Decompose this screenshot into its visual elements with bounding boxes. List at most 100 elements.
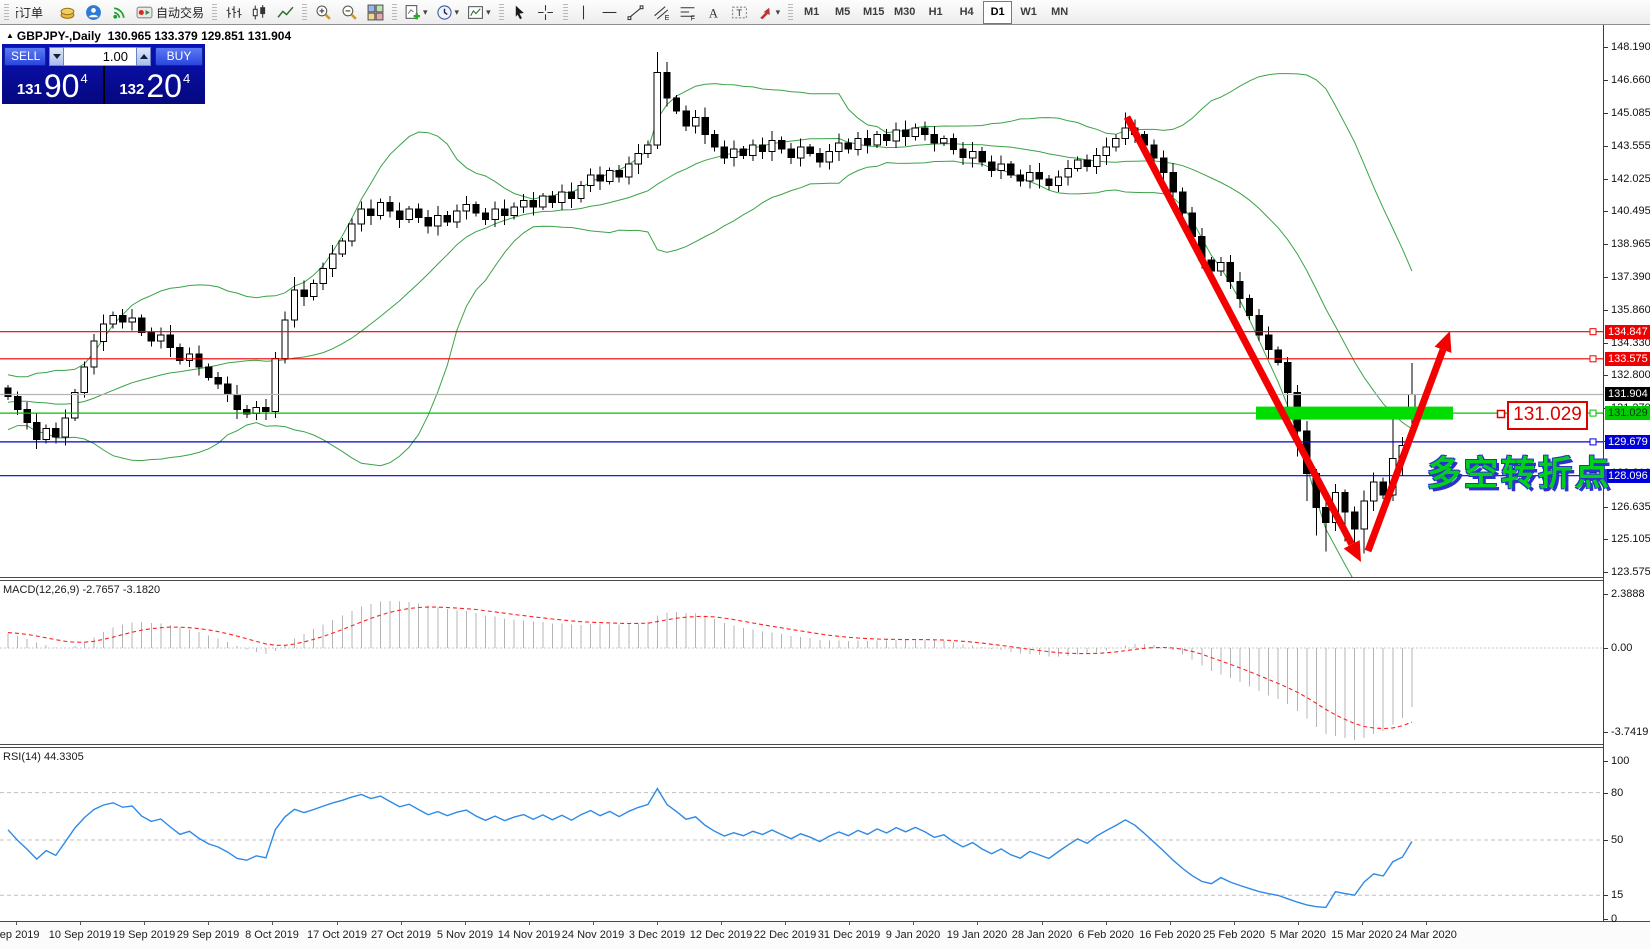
price-tick: 142.025 bbox=[1611, 173, 1650, 185]
price-tick: 137.390 bbox=[1611, 271, 1650, 283]
toolbar-grip[interactable] bbox=[499, 4, 504, 21]
toolbar-grip[interactable] bbox=[563, 4, 568, 21]
main-chart-pane[interactable] bbox=[0, 25, 1603, 577]
macd-pane[interactable] bbox=[0, 581, 1603, 744]
line-handle-icon[interactable] bbox=[1590, 356, 1596, 362]
macd-tick: 0.00 bbox=[1611, 642, 1632, 654]
price-callout-box[interactable]: 131.029 bbox=[1507, 401, 1588, 430]
trendline-button[interactable] bbox=[624, 1, 648, 23]
periods-button[interactable]: ▾ bbox=[433, 1, 463, 23]
macd-tick: -3.7419 bbox=[1611, 726, 1648, 738]
date-label: 14 Nov 2019 bbox=[498, 929, 560, 941]
candles bbox=[5, 52, 1415, 554]
equidistant-channel-button[interactable]: E bbox=[650, 1, 674, 23]
buy-button[interactable]: BUY bbox=[155, 47, 203, 66]
tile-windows-button[interactable] bbox=[363, 1, 387, 23]
new-order-button[interactable]: 新订单 bbox=[13, 1, 53, 23]
indicators-button[interactable]: ▾ bbox=[401, 1, 431, 23]
bar-chart-button[interactable] bbox=[221, 1, 245, 23]
bollinger-band-lower bbox=[8, 161, 1412, 577]
price-tag: 134.847 bbox=[1605, 325, 1650, 339]
date-label: 31 Dec 2019 bbox=[818, 929, 880, 941]
timeframe-h1-button[interactable]: H1 bbox=[921, 1, 950, 24]
rsi-pane[interactable] bbox=[0, 748, 1603, 921]
date-axis[interactable]: Sep 201910 Sep 201919 Sep 201929 Sep 201… bbox=[0, 921, 1650, 949]
toolbar-grip[interactable] bbox=[4, 4, 9, 21]
toolbar-grip[interactable] bbox=[302, 4, 307, 21]
cursor-button[interactable] bbox=[508, 1, 532, 23]
price-tick: 125.105 bbox=[1611, 533, 1650, 545]
svg-text:F: F bbox=[691, 15, 695, 21]
svg-text:A: A bbox=[709, 6, 719, 20]
symbol-marker-icon: ▲ bbox=[6, 31, 14, 40]
date-label: 5 Nov 2019 bbox=[437, 929, 493, 941]
price-tick: 145.085 bbox=[1611, 107, 1650, 119]
price-tick: 143.555 bbox=[1611, 140, 1650, 152]
zoom-out-button[interactable] bbox=[337, 1, 361, 23]
mt4-window: 新订单自动交易▾▾▾EFAT▾M1M5M15M30H1H4D1W1MN 148.… bbox=[0, 0, 1650, 949]
crosshair-button[interactable] bbox=[534, 1, 558, 23]
rsi-tick: 80 bbox=[1611, 787, 1623, 799]
community-icon-button[interactable] bbox=[81, 1, 105, 23]
date-label: 29 Sep 2019 bbox=[177, 929, 239, 941]
timeframe-mn-button[interactable]: MN bbox=[1045, 1, 1074, 24]
fibonacci-button[interactable]: F bbox=[676, 1, 700, 23]
date-label: 12 Dec 2019 bbox=[690, 929, 752, 941]
toolbar-grip[interactable] bbox=[392, 4, 397, 21]
timeframe-m15-button[interactable]: M15 bbox=[859, 1, 888, 24]
price-tick: 148.190 bbox=[1611, 41, 1650, 53]
up-arrow-icon bbox=[140, 54, 148, 59]
rsi-tick: 0 bbox=[1611, 913, 1617, 925]
price-tag: 131.904 bbox=[1605, 387, 1650, 401]
timeframe-m30-button[interactable]: M30 bbox=[890, 1, 919, 24]
buy-price: 132204 bbox=[105, 66, 206, 104]
toolbar-grip[interactable] bbox=[212, 4, 217, 21]
date-label: 10 Sep 2019 bbox=[49, 929, 111, 941]
rsi-line bbox=[8, 789, 1412, 908]
price-tick: 140.495 bbox=[1611, 205, 1650, 217]
line-chart-button[interactable] bbox=[273, 1, 297, 23]
text-label-button[interactable]: T bbox=[728, 1, 752, 23]
autotrading-button[interactable]: 自动交易 bbox=[133, 1, 207, 23]
text-button[interactable]: A bbox=[702, 1, 726, 23]
arrows-button[interactable]: ▾ bbox=[754, 1, 784, 23]
timeframe-h4-button[interactable]: H4 bbox=[952, 1, 981, 24]
line-handle-icon[interactable] bbox=[1590, 329, 1596, 335]
zoom-in-button[interactable] bbox=[311, 1, 335, 23]
date-label: 16 Feb 2020 bbox=[1139, 929, 1201, 941]
label-anchor-icon[interactable] bbox=[1498, 411, 1505, 418]
date-label: 27 Oct 2019 bbox=[371, 929, 431, 941]
chevron-down-icon: ▾ bbox=[423, 7, 428, 18]
chevron-down-icon: ▾ bbox=[776, 7, 781, 18]
rsi-label: RSI(14) 44.3305 bbox=[3, 751, 84, 763]
timeframe-m1-button[interactable]: M1 bbox=[797, 1, 826, 24]
price-tag: 131.029 bbox=[1605, 406, 1650, 420]
turning-point-label[interactable]: 多空转折点 bbox=[1427, 446, 1612, 495]
deposit-icon-button[interactable] bbox=[55, 1, 79, 23]
sell-button[interactable]: SELL bbox=[4, 47, 46, 66]
timeframe-m5-button[interactable]: M5 bbox=[828, 1, 857, 24]
volume-decrease-button[interactable] bbox=[49, 47, 64, 66]
volume-input[interactable] bbox=[64, 47, 136, 66]
line-handle-icon[interactable] bbox=[1590, 410, 1596, 416]
rsi-tick: 100 bbox=[1611, 755, 1629, 767]
down-trend-arrow[interactable] bbox=[1127, 117, 1352, 544]
rsi-tick: 15 bbox=[1611, 889, 1623, 901]
up-trend-arrow-head bbox=[1435, 331, 1452, 353]
timeframe-w1-button[interactable]: W1 bbox=[1014, 1, 1043, 24]
vertical-line-button[interactable] bbox=[572, 1, 596, 23]
volume-increase-button[interactable] bbox=[136, 47, 151, 66]
candlestick-button[interactable] bbox=[247, 1, 271, 23]
price-tick: 132.800 bbox=[1611, 369, 1650, 381]
price-tick: 126.635 bbox=[1611, 501, 1650, 513]
toolbar-grip[interactable] bbox=[788, 4, 793, 21]
horizontal-line-button[interactable] bbox=[598, 1, 622, 23]
price-tick: 135.860 bbox=[1611, 304, 1650, 316]
symbol-period-label: GBPJPY-,Daily bbox=[17, 29, 101, 43]
date-label: 22 Dec 2019 bbox=[754, 929, 816, 941]
timeframe-d1-button[interactable]: D1 bbox=[983, 1, 1012, 24]
price-tick: 146.660 bbox=[1611, 74, 1650, 86]
signals-icon-button[interactable] bbox=[107, 1, 131, 23]
line-handle-icon[interactable] bbox=[1590, 439, 1596, 445]
templates-button[interactable]: ▾ bbox=[464, 1, 494, 23]
